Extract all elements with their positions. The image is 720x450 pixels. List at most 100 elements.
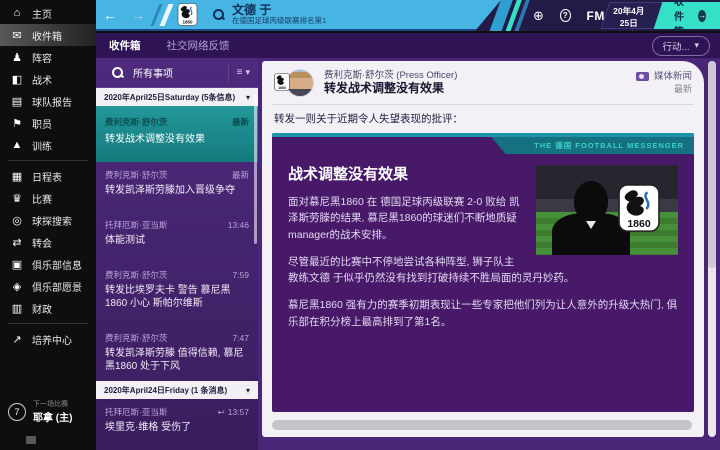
inbox-group-header[interactable]: 2020年April25日Saturday (5条信息) ▾ [96,88,258,106]
topbar-right-section: ⊕ ? FM 20年4月25日 周六 16:00 收件箱 → [475,0,720,31]
manager-name: 文德 于 [232,2,272,17]
replied-icon: ↩ [217,406,225,417]
message-card: 1860 费利克斯·舒尔茨 (Press Officer) 转发战术调整没有效果… [262,61,704,437]
sidebar-item-scouting[interactable]: ◎ 球探搜索 [0,209,96,231]
finances-icon: ▥ [11,302,23,315]
calendar-icon: ▦ [11,170,23,183]
inbox-list-panel: 所有事项 ≡ ▾ 2020年April25日Saturday (5条信息) ▾ … [96,58,258,450]
continue-inbox-button[interactable]: 收件箱 → [653,0,720,31]
inbox-message[interactable]: 费利克斯·舒尔茨 最新 转发凯泽斯劳滕加入晋级争夺 [96,162,258,205]
search-icon[interactable] [213,9,224,20]
trophy-icon: ♛ [12,192,22,205]
date-text: 20年4月25日 [612,6,645,28]
sidebar-item-schedule[interactable]: ▦ 日程表 [0,165,96,187]
back-button[interactable]: ← [96,7,124,23]
sidebar-item-staff[interactable]: ⚑ 职员 [0,112,96,134]
next-match-label: 下一场比赛 [33,401,68,408]
sidebar-item-club-info[interactable]: ▣ 俱乐部信息 [0,253,96,275]
mini-portrait-icon [26,436,36,444]
search-input[interactable]: 所有事项 [133,65,173,80]
list-scrollbar[interactable] [254,94,257,244]
section-tabbar: 收件箱 社交网络反馈 行动... ▾ [96,33,720,58]
main-content-area: 1860 费利克斯·舒尔茨 (Press Officer) 转发战术调整没有效果… [258,58,720,450]
tab-social-feedback[interactable]: 社交网络反馈 [154,38,243,53]
next-match-days-badge: 7 [8,402,26,421]
inbox-group-header[interactable]: 2020年April24日Friday (1 条消息) ▾ [96,381,258,399]
sidebar-item-transfers[interactable]: ⇄ 转会 [0,231,96,253]
search-icon[interactable] [112,67,123,78]
report-icon: ▤ [11,95,23,108]
message-time: 7:47 [232,333,249,343]
development-icon: ↗ [12,333,22,346]
svg-text:1860: 1860 [182,20,193,25]
publication-ribbon: THE 德国 FOOTBALL MESSENGER [491,137,694,154]
message-category: 媒体新闻 [635,70,692,83]
training-icon: ▲ [11,139,23,151]
club-badge-1860: 1860 [177,3,198,26]
home-icon: ⌂ [13,7,21,19]
chevron-down-icon: ▾ [245,386,250,395]
inbox-icon: ✉ [12,29,22,42]
horizontal-scrollbar[interactable] [272,420,692,430]
sidebar-item-training[interactable]: ▲ 训练 [0,134,96,156]
time-text: 周六 16:00 [612,29,645,31]
manager-subtitle: 在德国足球丙级联赛排名第1 [232,15,327,25]
club-badge-1860: 1860 [618,184,660,232]
inbox-message[interactable]: 托拜厄斯·亚当斯 ↩ 13:57 埃里克·维格 受伤了 [96,399,258,442]
inbox-message[interactable]: 费利克斯·舒尔茨 7:59 转发比埃罗夫卡 警告 慕尼黑1860 小心 斯帕尔维… [96,262,258,318]
inbox-search-row: 所有事项 ≡ ▾ [96,58,258,88]
inbox-message[interactable]: 费利克斯·舒尔茨 7:47 转发凯泽斯劳滕 值得信赖, 慕尼黑1860 处于下风 [96,325,258,381]
club-vision-icon: ◈ [12,280,22,293]
next-match-widget[interactable]: 7 下一场比赛 耶拿 (主) [8,399,72,424]
message-header: 1860 费利克斯·舒尔茨 (Press Officer) 转发战术调整没有效果… [262,61,704,104]
tactics-icon: ◧ [11,73,23,86]
language-globe-icon[interactable]: ⊕ [533,8,544,24]
continue-arrow-icon: → [698,9,706,22]
message-subject: 转发战术调整没有效果 [324,81,445,96]
article-accent-strip [272,133,694,137]
staff-icon: ⚑ [12,117,22,130]
forward-button[interactable]: → [124,7,152,23]
message-status: 最新 [231,170,249,180]
news-article: THE 德国 FOOTBALL MESSENGER 1860 战术调整没有效果 … [272,133,694,412]
sidebar-item-inbox[interactable]: ✉ 收件箱 [0,24,96,46]
manager-silhouette [574,181,608,221]
manager-header[interactable]: 文德 于 在德国足球丙级联赛排名第1 [232,2,327,25]
squad-icon: ♟ [12,51,22,64]
title-bar: ← → 1860 文德 于 在德国足球丙级联赛排名第1 ⊕ ? FM 20年4月… [96,0,720,31]
message-time: 7:59 [232,270,249,280]
message-intro: 转发一则关于近期令人失望表现的批评： [274,113,463,125]
help-icon[interactable]: ? [559,9,571,22]
sidebar-item-development-center[interactable]: ↗ 培养中心 [0,328,96,350]
sidebar-divider [8,160,88,161]
sidebar-item-tactics[interactable]: ◧ 战术 [0,68,96,90]
chevron-down-icon: ▾ [694,40,699,50]
scout-search-icon: ◎ [12,214,22,227]
transfers-icon: ⇄ [12,236,22,249]
filter-control[interactable]: ≡ ▾ [227,63,250,82]
silhouette-collar [586,221,596,229]
filter-icon: ≡ [236,67,243,78]
tab-inbox[interactable]: 收件箱 [96,38,154,53]
sidebar-item-competitions[interactable]: ♛ 比赛 [0,187,96,209]
message-time: 13:57 [227,407,249,417]
inbox-message[interactable]: 托拜厄斯·亚当斯 13:46 体能测试 [96,212,258,255]
sidebar-item-club-vision[interactable]: ◈ 俱乐部愿景 [0,275,96,297]
sidebar-item-team-report[interactable]: ▤ 球队报告 [0,90,96,112]
club-info-icon: ▣ [11,258,23,271]
article-paragraph: 慕尼黑1860 强有力的赛季初期表现让一些专家把他们列为让人意外的升级大热门, … [288,299,678,328]
press-officer-avatar [286,69,314,97]
actions-dropdown[interactable]: 行动... ▾ [651,35,710,56]
sidebar-divider [8,323,88,324]
svg-text:1860: 1860 [627,218,651,230]
sidebar-item-finances[interactable]: ▥ 财政 [0,297,96,319]
club-badge-1860: 1860 [274,73,290,91]
media-icon [635,72,649,82]
vertical-scrollbar[interactable] [708,61,716,437]
chevron-down-icon: ▾ [245,67,250,77]
sidebar: ⌂ 主页 ✉ 收件箱 ♟ 阵容 ◧ 战术 ▤ 球队报告 ⚑ 职员 ▲ 训练 ▦ 日程表 ♛ 比赛 … [0,0,96,450]
sidebar-item-home[interactable]: ⌂ 主页 [0,2,96,24]
sidebar-item-squad[interactable]: ♟ 阵容 [0,46,96,68]
next-match-opponent: 耶拿 (主) [33,413,73,424]
inbox-message-selected[interactable]: 费利克斯·舒尔茨 最新 转发战术调整没有效果 [96,106,258,162]
